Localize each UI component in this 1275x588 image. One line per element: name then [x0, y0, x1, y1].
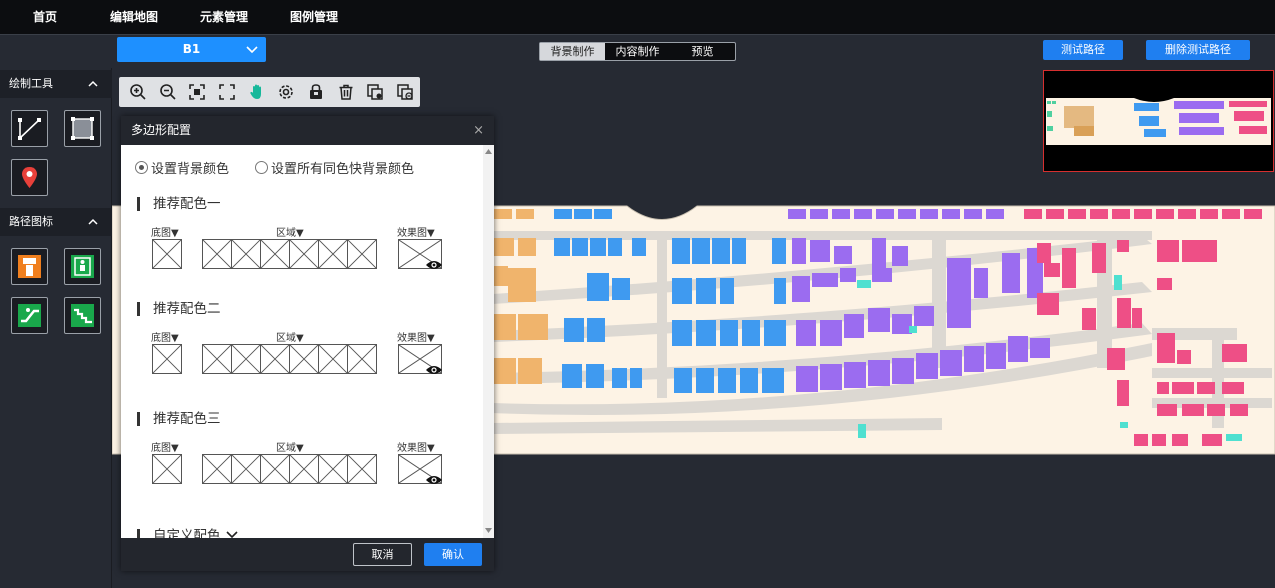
zoom-in-icon[interactable] [123, 79, 153, 105]
column-label[interactable]: 底图▼ [151, 224, 179, 239]
draw-tools-title: 绘制工具 [9, 77, 53, 90]
area-color-swatch[interactable] [347, 454, 377, 484]
minimap[interactable] [1043, 70, 1274, 172]
eye-icon[interactable] [425, 256, 443, 269]
custom-scheme-label: 自定义配色 [153, 528, 221, 538]
test-path-button[interactable]: 测试路径 [1043, 40, 1123, 60]
area-color-swatch[interactable] [231, 454, 261, 484]
color-mode-radios: 设置背景颜色 设置所有同色快背景颜色 [135, 158, 414, 177]
column-label[interactable]: 效果图▼ [397, 224, 435, 239]
column-label[interactable]: 区域▼ [276, 329, 304, 344]
location-pin-icon[interactable] [11, 159, 48, 196]
column-label[interactable]: 效果图▼ [397, 329, 435, 344]
confirm-button[interactable]: 确认 [424, 543, 482, 566]
lock-icon[interactable] [301, 79, 331, 105]
area-color-swatch[interactable] [202, 454, 232, 484]
zoom-out-icon[interactable] [153, 79, 183, 105]
pan-hand-icon[interactable] [242, 79, 272, 105]
fullscreen-icon[interactable] [212, 79, 242, 105]
delete-test-path-button[interactable]: 删除测试路径 [1146, 40, 1250, 60]
fit-view-icon[interactable] [182, 79, 212, 105]
nav-element-manage[interactable]: 元素管理 [200, 8, 248, 25]
mode-tabs: 背景制作 内容制作 预览 [539, 42, 736, 61]
area-color-swatch[interactable] [231, 239, 261, 269]
cancel-button[interactable]: 取消 [353, 543, 412, 566]
dialog-header: 多边形配置 × [121, 116, 494, 145]
chevron-up-icon [88, 208, 98, 248]
dialog-title: 多边形配置 [131, 123, 192, 137]
area-color-swatch[interactable] [260, 344, 290, 374]
paste-icon[interactable] [390, 79, 420, 105]
base-color-swatch[interactable] [152, 239, 182, 269]
floor-select-value: B1 [182, 42, 201, 56]
area-color-swatch[interactable] [231, 344, 261, 374]
delete-icon[interactable] [331, 79, 361, 105]
column-label[interactable]: 底图▼ [151, 439, 179, 454]
area-color-swatch[interactable] [289, 344, 319, 374]
left-sidebar: 绘制工具 路径图标 [0, 68, 112, 588]
radio-set-bg-color[interactable]: 设置背景颜色 [135, 158, 229, 177]
tab-background[interactable]: 背景制作 [540, 43, 605, 60]
radio-set-bg-color-label: 设置背景颜色 [151, 162, 230, 177]
draw-tools-header[interactable]: 绘制工具 [0, 70, 112, 98]
nav-legend-manage[interactable]: 图例管理 [290, 8, 338, 25]
path-icons-header[interactable]: 路径图标 [0, 208, 112, 236]
area-color-swatch[interactable] [318, 454, 348, 484]
eye-icon[interactable] [425, 361, 443, 374]
scheme-title-1: 推荐配色一 [137, 197, 221, 211]
area-color-swatch[interactable] [289, 454, 319, 484]
scheme-title-3: 推荐配色三 [137, 412, 221, 426]
line-tool-icon[interactable] [11, 110, 48, 147]
radio-checked-icon [135, 161, 148, 174]
nav-home[interactable]: 首页 [33, 8, 57, 25]
dialog-scrollbar[interactable] [483, 145, 494, 538]
map-toolbar [119, 77, 420, 107]
tab-preview[interactable]: 预览 [670, 43, 735, 60]
area-color-swatch[interactable] [347, 344, 377, 374]
area-color-swatch[interactable] [289, 239, 319, 269]
eye-icon[interactable] [425, 471, 443, 484]
floor-select[interactable]: B1 [117, 37, 266, 62]
lift-icon[interactable] [64, 248, 101, 285]
path-icons-title: 路径图标 [9, 215, 53, 228]
base-color-swatch[interactable] [152, 454, 182, 484]
polygon-config-dialog: 多边形配置 × 设置背景颜色 设置所有同色快背景颜色 推荐配色一底图▼ 区域▼ 效果… [121, 116, 494, 571]
radio-set-same-color[interactable]: 设置所有同色快背景颜色 [255, 158, 414, 177]
column-label[interactable]: 区域▼ [276, 224, 304, 239]
radio-set-same-color-label: 设置所有同色快背景颜色 [271, 162, 415, 177]
base-color-swatch[interactable] [152, 344, 182, 374]
scheme-title-2: 推荐配色二 [137, 302, 221, 316]
area-color-swatch[interactable] [260, 239, 290, 269]
custom-scheme-title[interactable]: 自定义配色 [137, 529, 239, 538]
polygon-tool-icon[interactable] [64, 110, 101, 147]
column-label[interactable]: 区域▼ [276, 439, 304, 454]
tab-content[interactable]: 内容制作 [605, 43, 670, 60]
chevron-down-icon [225, 528, 239, 538]
column-label[interactable]: 效果图▼ [397, 439, 435, 454]
area-color-swatch[interactable] [318, 239, 348, 269]
dialog-footer: 取消 确认 [121, 538, 494, 571]
area-color-swatch[interactable] [260, 454, 290, 484]
escalator-icon[interactable] [11, 297, 48, 334]
stairs-icon[interactable] [64, 297, 101, 334]
area-color-swatch[interactable] [318, 344, 348, 374]
area-color-swatch[interactable] [202, 239, 232, 269]
column-label[interactable]: 底图▼ [151, 329, 179, 344]
elevator-icon[interactable] [11, 248, 48, 285]
chevron-up-icon [88, 70, 98, 110]
area-color-swatch[interactable] [347, 239, 377, 269]
settings-icon[interactable] [272, 79, 302, 105]
area-color-swatch[interactable] [202, 344, 232, 374]
copy-icon[interactable] [361, 79, 391, 105]
radio-unchecked-icon [255, 161, 269, 174]
chevron-down-icon [246, 37, 258, 71]
nav-edit-map[interactable]: 编辑地图 [110, 8, 158, 25]
dialog-body: 设置背景颜色 设置所有同色快背景颜色 推荐配色一 底图▼ 区域▼ 效果图▼ 推荐配色二底… [121, 145, 483, 538]
top-nav: 首页 编辑地图 元素管理 图例管理 [0, 0, 1275, 34]
close-icon[interactable]: × [473, 116, 484, 145]
